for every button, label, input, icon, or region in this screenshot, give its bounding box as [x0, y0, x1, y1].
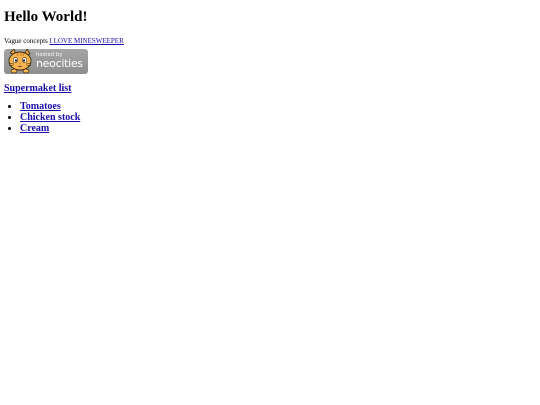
shopping-list: Tomatoes Chicken stock Cream [4, 101, 536, 134]
badge-brand-text: neocities [36, 57, 83, 70]
minesweeper-link[interactable]: I LOVE MINESWEEPER [49, 37, 123, 45]
concepts-label: Vague concepts [4, 37, 48, 45]
neocities-cat-icon [8, 49, 32, 74]
page-body: Hello World! Vague concepts I LOVE MINES… [0, 0, 540, 405]
list-item-link-chicken-stock[interactable]: Chicken stock [20, 112, 80, 123]
list-item-link-cream[interactable]: Cream [20, 123, 49, 134]
list-item: Chicken stock [20, 112, 536, 123]
neocities-badge[interactable]: hosted by neocities [4, 49, 88, 74]
list-heading: Supermaket list [4, 83, 536, 95]
concepts-line: Vague concepts I LOVE MINESWEEPER [4, 37, 536, 46]
page-title: Hello World! [4, 9, 88, 25]
list-item: Tomatoes [20, 101, 536, 112]
list-item-link-tomatoes[interactable]: Tomatoes [20, 101, 61, 112]
supermarket-list-link[interactable]: Supermaket list [4, 83, 72, 94]
list-item: Cream [20, 123, 536, 134]
